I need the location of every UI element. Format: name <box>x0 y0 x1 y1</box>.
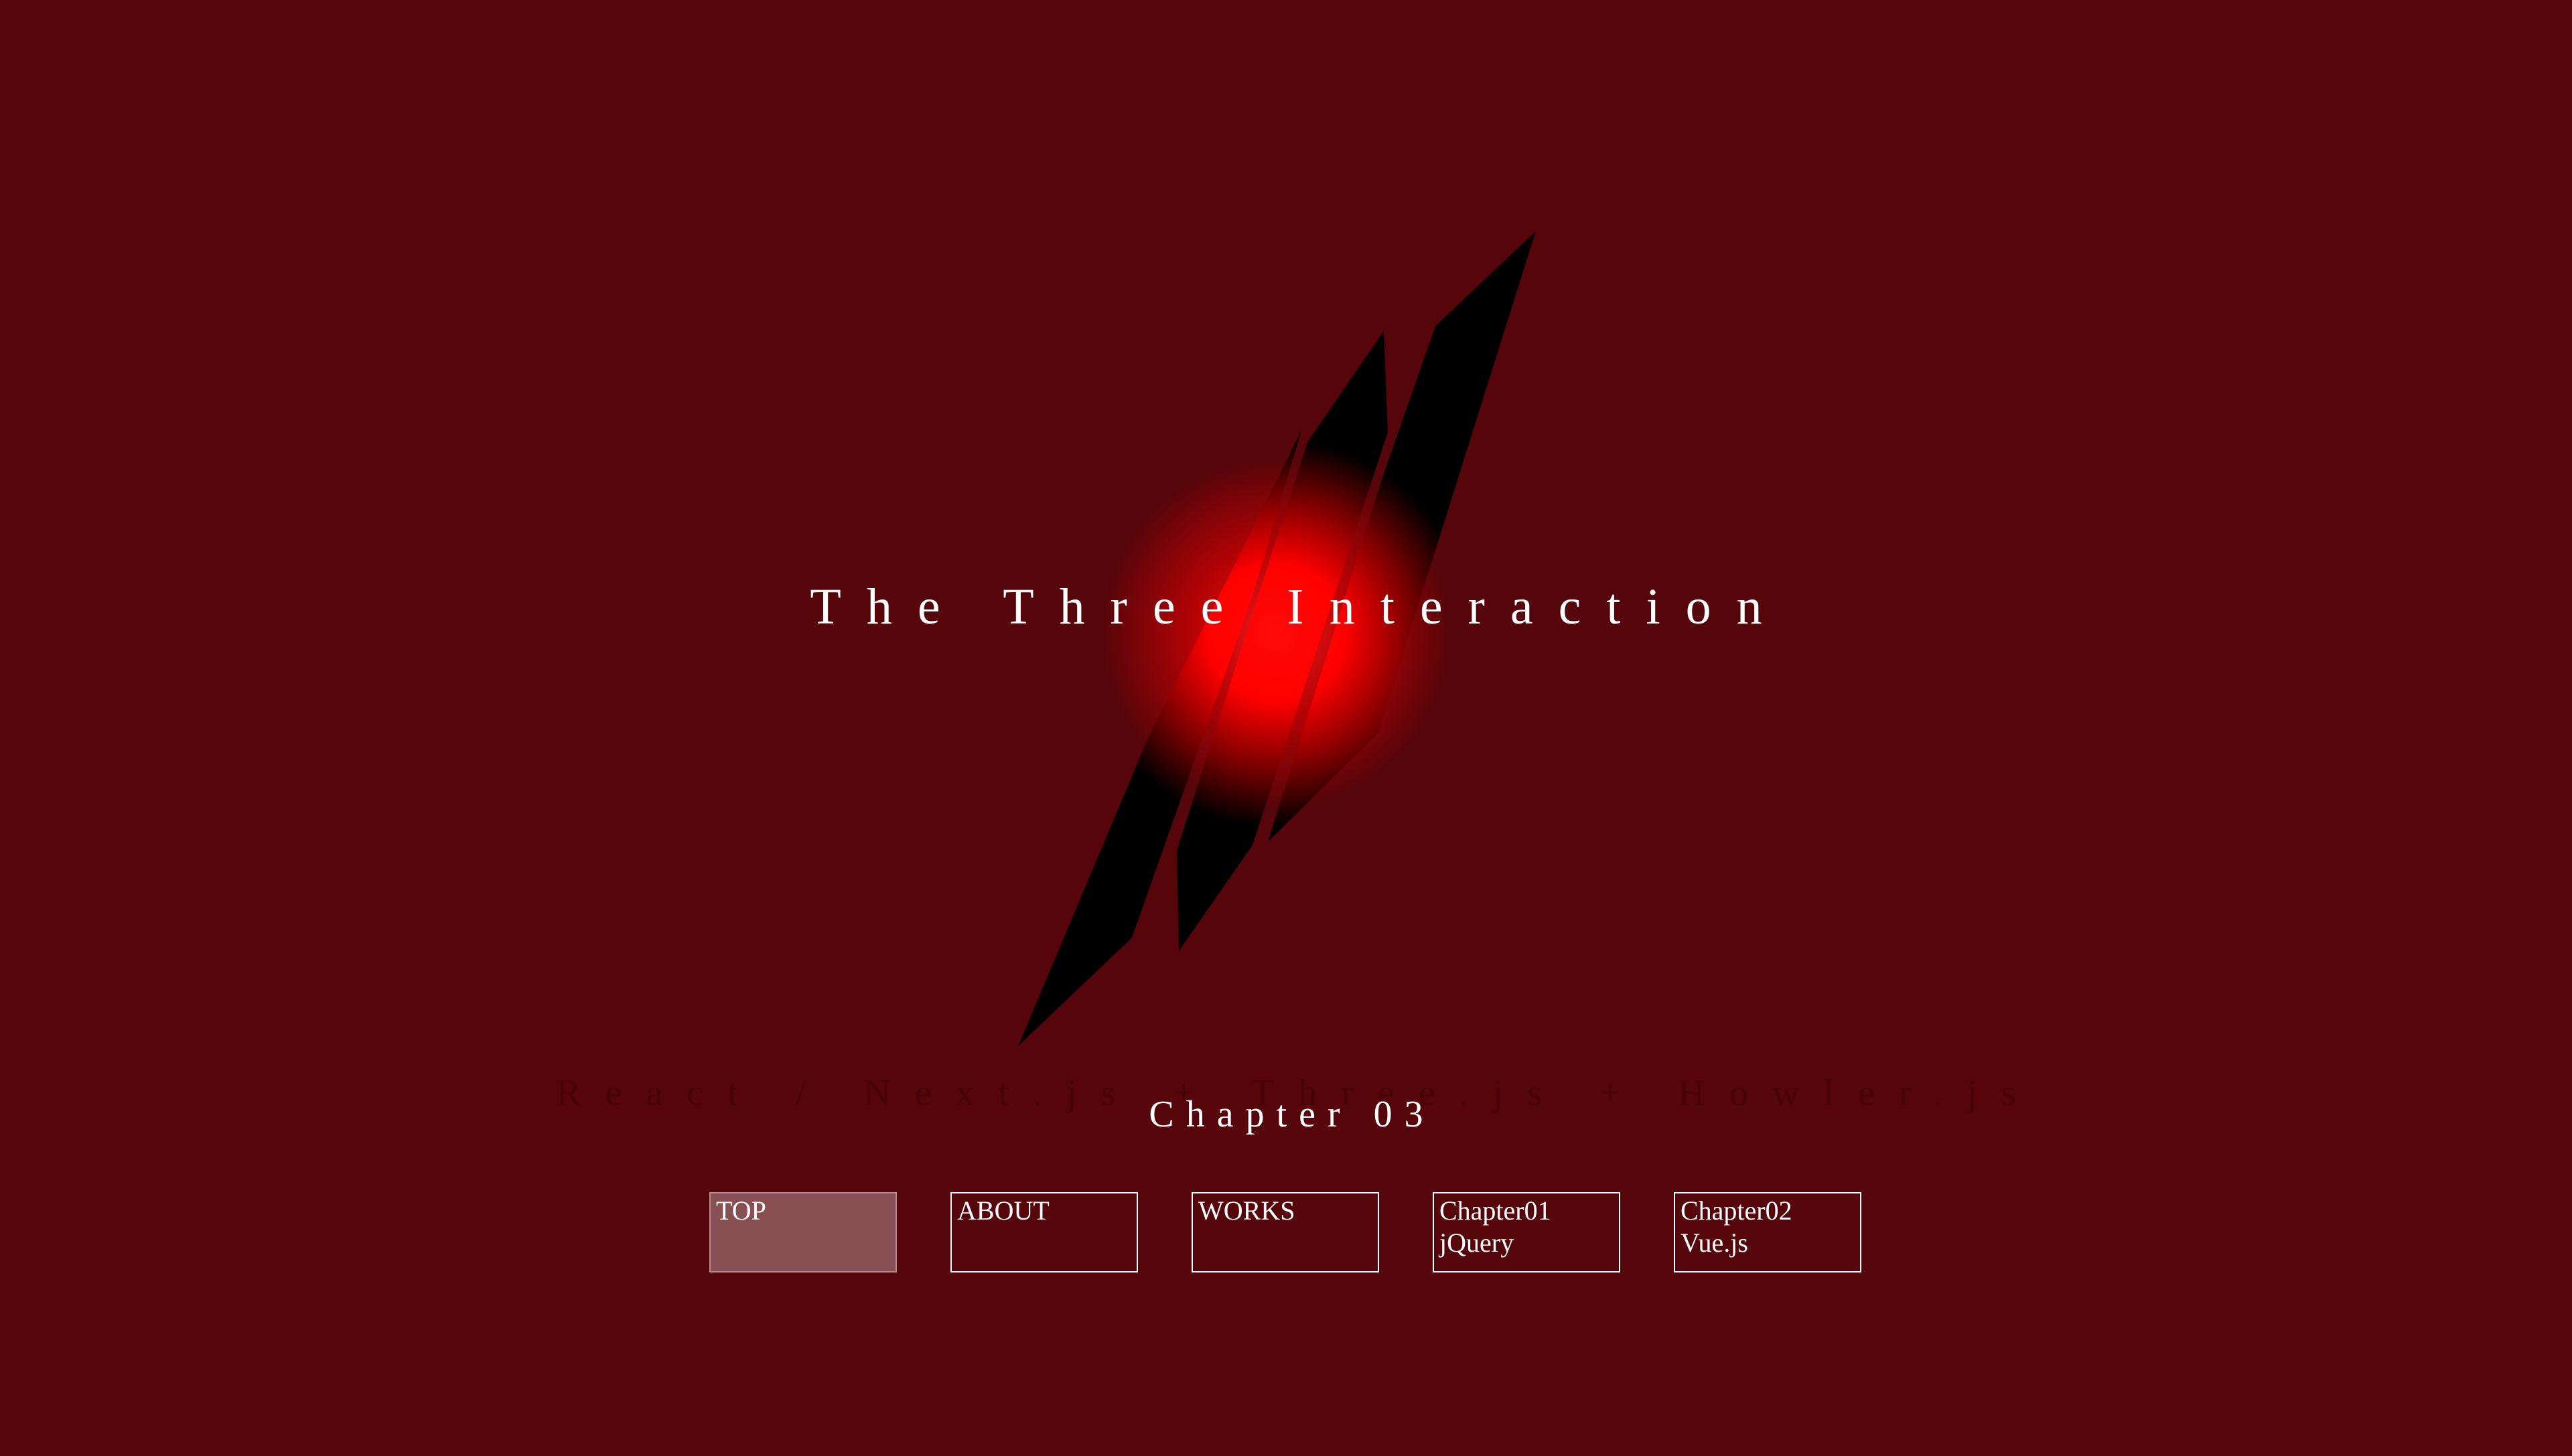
nav-button-label: ABOUT <box>957 1195 1050 1226</box>
nav-button-label: Chapter01 <box>1439 1195 1551 1226</box>
chapter-label: Chapter 03 <box>1149 1094 1435 1135</box>
chapter-navigation: TOP ABOUT WORKS Chapter01 jQuery Chapter… <box>709 1192 1861 1272</box>
nav-button-works[interactable]: WORKS <box>1192 1192 1379 1272</box>
nav-button-chapter01[interactable]: Chapter01 jQuery <box>1433 1192 1620 1272</box>
nav-button-top[interactable]: TOP <box>709 1192 897 1272</box>
nav-button-sublabel: Vue.js <box>1681 1228 1748 1258</box>
nav-button-about[interactable]: ABOUT <box>950 1192 1138 1272</box>
nav-button-label: Chapter02 <box>1681 1195 1792 1226</box>
hero-stage: The Three Interaction React / Next.js + … <box>0 0 2572 1456</box>
page-title: The Three Interaction <box>810 579 1788 635</box>
nav-button-chapter02[interactable]: Chapter02 Vue.js <box>1674 1192 1861 1272</box>
nav-button-label: WORKS <box>1198 1195 1295 1226</box>
nav-button-label: TOP <box>716 1195 766 1226</box>
nav-button-sublabel: jQuery <box>1439 1228 1514 1258</box>
